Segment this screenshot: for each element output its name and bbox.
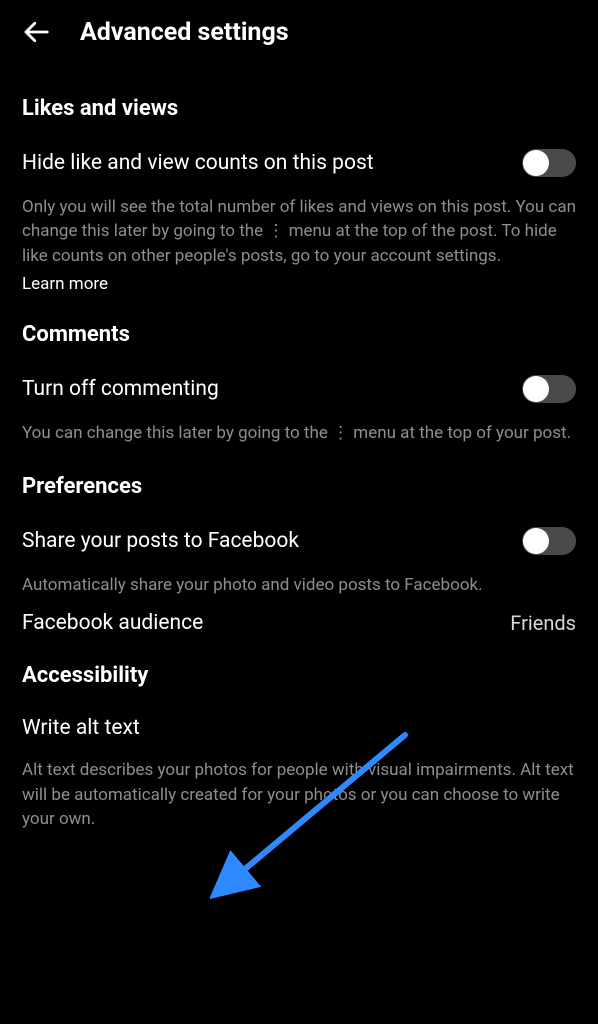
learn-more-link[interactable]: Learn more	[22, 274, 108, 294]
turn-off-commenting-toggle[interactable]	[522, 375, 576, 403]
turn-off-commenting-label: Turn off commenting	[22, 377, 219, 401]
share-facebook-label: Share your posts to Facebook	[22, 529, 299, 553]
share-facebook-description: Automatically share your photo and video…	[22, 573, 576, 597]
arrow-left-icon	[21, 17, 51, 47]
section-heading-preferences: Preferences	[22, 474, 576, 499]
write-alt-text-label: Write alt text	[22, 716, 140, 740]
setting-share-facebook: Share your posts to Facebook	[22, 527, 576, 555]
section-heading-likes: Likes and views	[22, 96, 576, 121]
hide-counts-label: Hide like and view counts on this post	[22, 151, 374, 175]
setting-facebook-audience[interactable]: Facebook audience Friends	[22, 611, 576, 635]
section-heading-comments: Comments	[22, 322, 576, 347]
hide-counts-toggle[interactable]	[522, 149, 576, 177]
hide-counts-description: Only you will see the total number of li…	[22, 195, 576, 268]
write-alt-text-description: Alt text describes your photos for peopl…	[22, 758, 576, 831]
page-title: Advanced settings	[80, 18, 289, 47]
share-facebook-toggle[interactable]	[522, 527, 576, 555]
back-button[interactable]	[20, 16, 52, 48]
setting-write-alt-text[interactable]: Write alt text	[22, 716, 576, 740]
setting-turn-off-commenting: Turn off commenting	[22, 375, 576, 403]
setting-hide-counts: Hide like and view counts on this post	[22, 149, 576, 177]
facebook-audience-value: Friends	[510, 611, 576, 635]
facebook-audience-label: Facebook audience	[22, 611, 203, 635]
turn-off-commenting-description: You can change this later by going to th…	[22, 421, 576, 445]
section-heading-accessibility: Accessibility	[22, 663, 576, 688]
content: Likes and views Hide like and view count…	[0, 96, 598, 832]
header: Advanced settings	[0, 0, 598, 68]
